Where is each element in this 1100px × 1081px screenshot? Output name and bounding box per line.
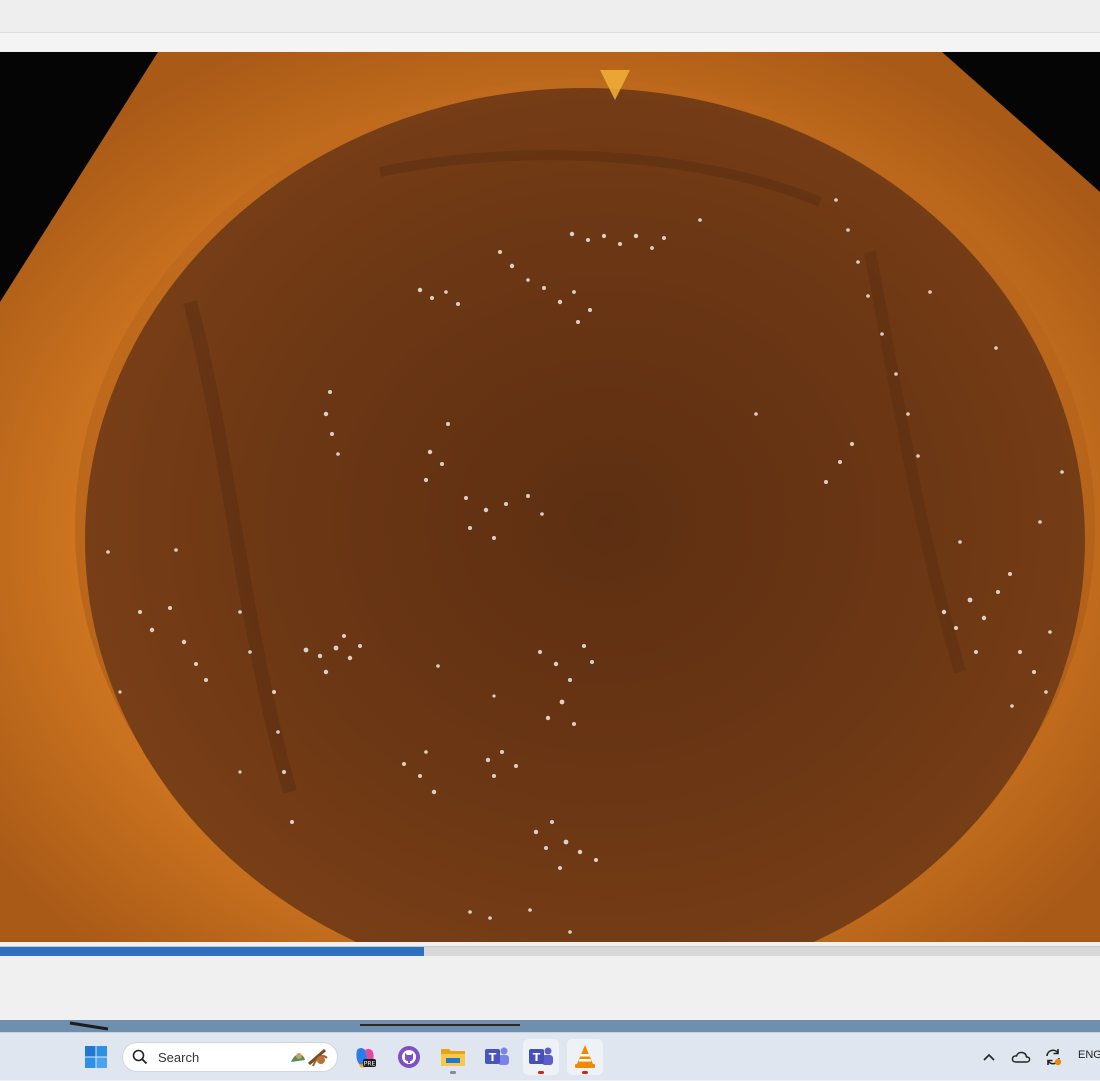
running-indicator: [582, 1071, 588, 1074]
video-viewport[interactable]: [0, 52, 1100, 942]
player-controls-area: [0, 956, 1100, 1020]
search-highlight-icon: [291, 1048, 328, 1067]
input-language-indicator[interactable]: ENG: [1078, 1049, 1100, 1061]
file-explorer-icon: [441, 1049, 465, 1066]
vlc-media-player-icon: [575, 1045, 595, 1068]
show-hidden-icons-icon: [983, 1053, 995, 1061]
svg-text:PRE: PRE: [364, 1061, 376, 1068]
seek-bar-progress: [0, 947, 424, 956]
github-desktop-taskbar-button[interactable]: [391, 1039, 427, 1075]
svg-text:T: T: [533, 1051, 541, 1064]
sync-icon: [1046, 1049, 1062, 1066]
show-hidden-icons-button[interactable]: [978, 1033, 1000, 1081]
onedrive-icon: [1011, 1051, 1031, 1063]
teams-icon: T: [529, 1047, 553, 1065]
endoscopy-video-frame: [0, 52, 1100, 942]
start-button[interactable]: [78, 1039, 114, 1075]
teams-taskbar-button[interactable]: T: [523, 1039, 559, 1075]
taskbar-search-box[interactable]: Search: [122, 1042, 338, 1072]
onedrive-tray-button[interactable]: [1008, 1033, 1034, 1081]
teams-classic-taskbar-button[interactable]: T: [479, 1039, 515, 1075]
search-icon: [132, 1049, 148, 1065]
sync-tray-button[interactable]: [1040, 1033, 1066, 1081]
copilot-taskbar-button[interactable]: PRE: [347, 1039, 383, 1075]
player-menu-bar: [0, 33, 1100, 51]
player-title-bar: [0, 0, 1100, 33]
file-explorer-taskbar-button[interactable]: [435, 1039, 471, 1075]
teams-classic-icon: T: [485, 1047, 509, 1065]
search-label: Search: [158, 1050, 200, 1065]
running-indicator: [450, 1071, 456, 1074]
running-indicator: [538, 1071, 544, 1074]
copilot-icon: PRE: [356, 1048, 376, 1068]
vlc-taskbar-button[interactable]: [567, 1039, 603, 1075]
seek-bar[interactable]: [0, 946, 1100, 956]
github-desktop-icon: [398, 1046, 420, 1068]
desktop-background-strip: [0, 1020, 1100, 1032]
windows-taskbar: Search PRE T T ENG: [0, 1032, 1100, 1080]
windows-start-icon: [85, 1046, 107, 1068]
svg-text:T: T: [489, 1051, 497, 1064]
